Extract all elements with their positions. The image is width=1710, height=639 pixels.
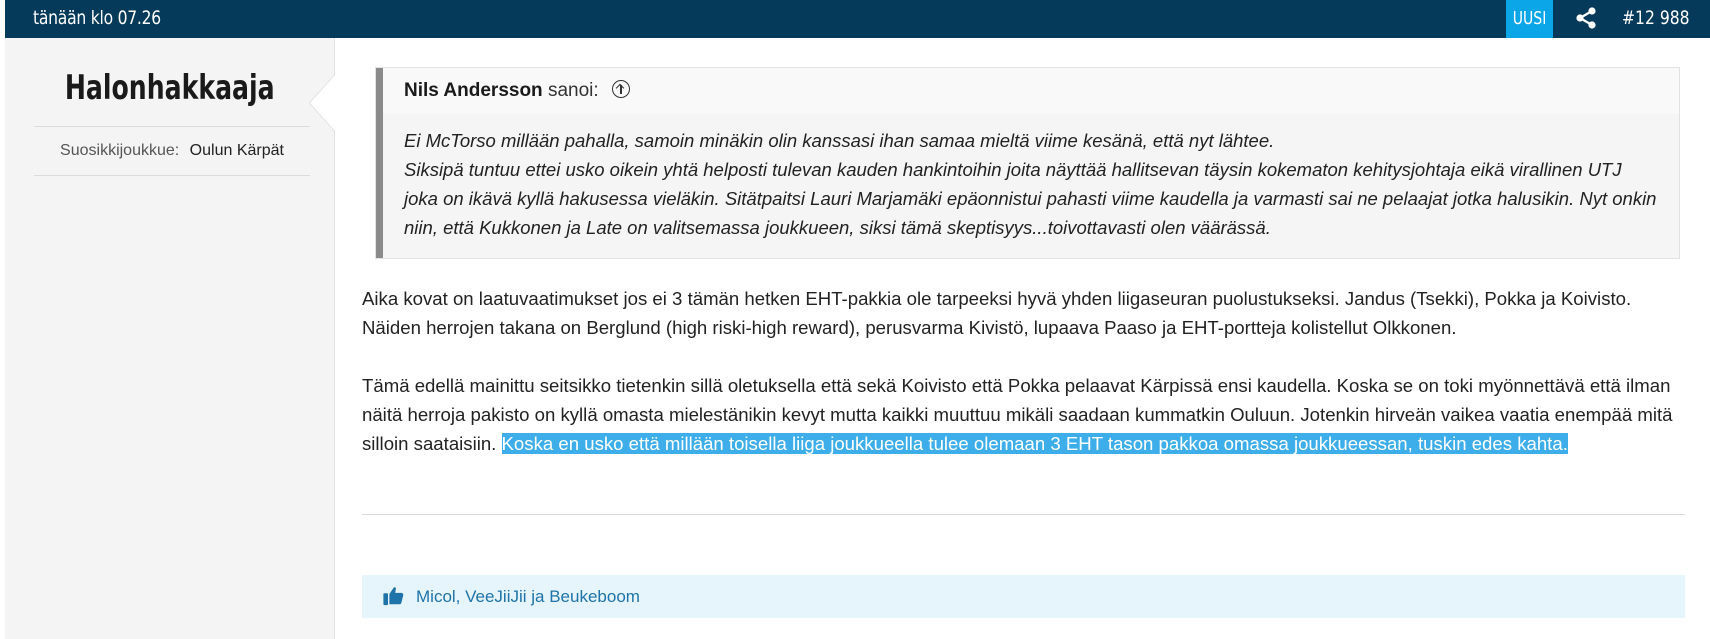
quote-author[interactable]: Nils Andersson <box>404 80 543 101</box>
post-body: Aika kovat on laatuvaatimukset jos ei 3 … <box>362 284 1692 487</box>
speech-pointer <box>310 75 335 131</box>
share-icon[interactable] <box>1574 6 1598 30</box>
post-timestamp[interactable]: tänään klo 07.26 <box>33 0 161 38</box>
author-panel: Halonhakkaaja Suosikkijoukkue: Oulun Kär… <box>5 38 335 639</box>
post-paragraph-1: Aika kovat on laatuvaatimukset jos ei 3 … <box>362 288 1632 338</box>
quote-said-label: sanoi: <box>547 80 599 101</box>
quote-line-1: Ei McTorso millään pahalla, samoin minäk… <box>404 130 1275 151</box>
author-nickname-text: Halonhakkaaja <box>64 68 275 108</box>
post-paragraph-2: Tämä edellä mainittu seitsikko tietenkin… <box>362 371 1692 458</box>
new-badge[interactable]: UUSI <box>1506 0 1553 38</box>
quote-body: Ei McTorso millään pahalla, samoin minäk… <box>383 114 1679 242</box>
new-badge-label: UUSI <box>1512 8 1547 29</box>
quote-line-2: Siksipä tuntuu ettei usko oikein yhtä he… <box>404 159 1657 238</box>
likers-list[interactable]: Micol, VeeJiiJii ja Beukeboom <box>416 575 640 618</box>
arrow-up-circle-icon[interactable] <box>611 80 630 98</box>
favorite-team-label: Suosikkijoukkue: <box>60 142 180 159</box>
thumbs-up-icon[interactable] <box>382 585 405 607</box>
post-header-bar: tänään klo 07.26 UUSI #12 988 <box>5 0 1710 38</box>
quote-header: Nils Andersson sanoi: <box>383 68 1679 114</box>
favorite-team-value: Oulun Kärpät <box>189 142 284 159</box>
selected-text: Koska en usko että millään toisella liig… <box>501 433 1568 454</box>
post-number-link[interactable]: #12 988 <box>1622 0 1690 38</box>
author-nickname[interactable]: Halonhakkaaja <box>5 68 334 108</box>
quote-block: Nils Andersson sanoi: Ei McTorso millään… <box>375 67 1680 259</box>
post-divider <box>362 514 1685 515</box>
favorite-team-row: Suosikkijoukkue: Oulun Kärpät <box>34 126 310 176</box>
reactions-bar: Micol, VeeJiiJii ja Beukeboom <box>362 575 1685 618</box>
